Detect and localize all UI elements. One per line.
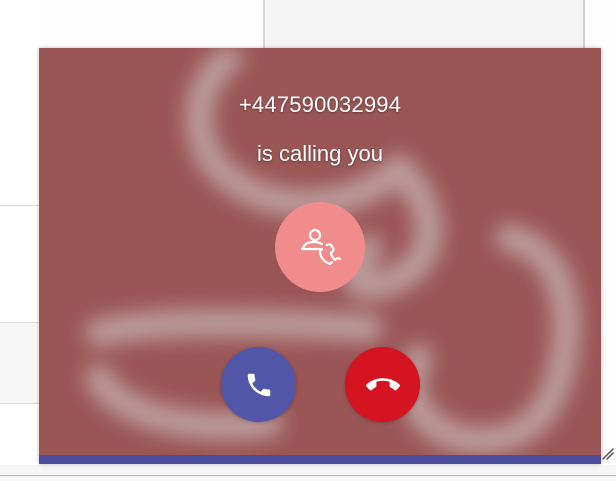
background-list-row-selected <box>0 323 39 403</box>
caller-avatar <box>275 202 365 292</box>
background-divider <box>583 0 585 48</box>
background-left-list <box>0 0 39 481</box>
accept-call-button[interactable] <box>221 347 296 422</box>
window-bottom-bar <box>39 455 601 464</box>
background-row-divider <box>0 205 39 206</box>
background-top-panel <box>265 0 583 48</box>
background-divider <box>263 0 265 48</box>
resize-grip-icon[interactable] <box>600 446 614 460</box>
phone-icon <box>247 373 270 396</box>
background-row-divider <box>0 322 39 323</box>
background-row-divider <box>0 403 39 404</box>
caller-status-text: is calling you <box>257 141 383 166</box>
incoming-call-window: +447590032994 is calling you <box>39 48 601 464</box>
background-footer-divider <box>0 475 616 476</box>
caller-number: +447590032994 <box>238 92 402 117</box>
phone-handset-person-icon <box>300 228 342 266</box>
background-footer <box>0 465 616 481</box>
hang-up-icon <box>365 377 400 390</box>
decline-call-button[interactable] <box>345 347 420 422</box>
